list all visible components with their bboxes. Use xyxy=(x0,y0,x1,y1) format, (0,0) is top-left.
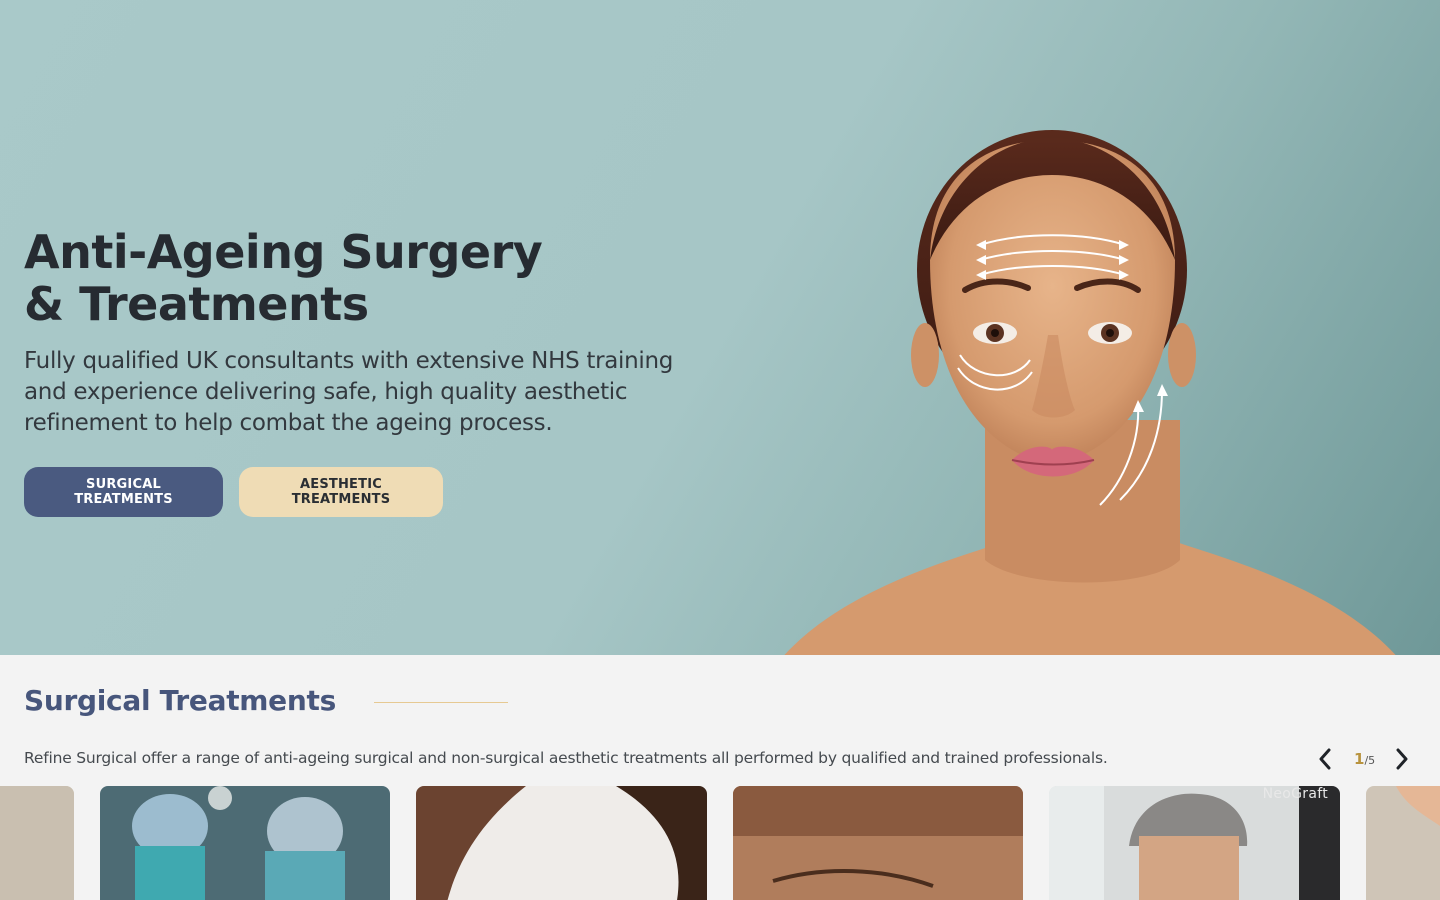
section-title: Surgical Treatments xyxy=(24,684,336,717)
hero-title: Anti-Ageing Surgery & Treatments xyxy=(24,225,543,331)
sand-texture-image xyxy=(0,786,74,900)
carousel-next-button[interactable] xyxy=(1389,744,1415,774)
surgeons-image xyxy=(100,786,390,900)
hand-sand-image xyxy=(1366,786,1440,900)
treatment-carousel: NeoGraft xyxy=(0,786,1440,900)
eye-closeup-image xyxy=(733,786,1023,900)
hero-text: Anti-Ageing Surgery & Treatments Fully q… xyxy=(24,226,724,439)
treatment-card[interactable] xyxy=(1366,786,1440,900)
treatment-card[interactable] xyxy=(733,786,1023,900)
carousel-page-indicator: 1/5 xyxy=(1354,750,1375,768)
section-description: Refine Surgical offer a range of anti-ag… xyxy=(24,749,1108,767)
surgical-treatments-button[interactable]: SURGICAL TREATMENTS xyxy=(24,467,223,517)
carousel-total-pages: /5 xyxy=(1364,754,1376,767)
treatment-card[interactable]: NeoGraft xyxy=(1049,786,1340,900)
treatment-card[interactable] xyxy=(416,786,707,900)
carousel-current-page: 1 xyxy=(1354,750,1365,768)
treatment-card[interactable] xyxy=(100,786,390,900)
hero-banner: Anti-Ageing Surgery & Treatments Fully q… xyxy=(0,0,1440,655)
hero-buttons: SURGICAL TREATMENTS AESTHETIC TREATMENTS xyxy=(24,467,443,517)
chevron-left-icon xyxy=(1319,748,1331,770)
neograft-label: NeoGraft xyxy=(1262,786,1328,802)
carousel-prev-button[interactable] xyxy=(1312,744,1338,774)
hero-portrait-image xyxy=(784,130,1396,655)
chevron-right-icon xyxy=(1396,748,1408,770)
hair-transplant-image xyxy=(1049,786,1340,900)
skin-closeup-image xyxy=(416,786,707,900)
aesthetic-treatments-button[interactable]: AESTHETIC TREATMENTS xyxy=(239,467,443,517)
carousel-pager: 1/5 xyxy=(1312,744,1422,774)
treatment-card[interactable] xyxy=(0,786,74,900)
section-header: Surgical Treatments xyxy=(24,684,508,717)
section-divider xyxy=(373,702,508,703)
hero-subtitle: Fully qualified UK consultants with exte… xyxy=(24,348,674,436)
